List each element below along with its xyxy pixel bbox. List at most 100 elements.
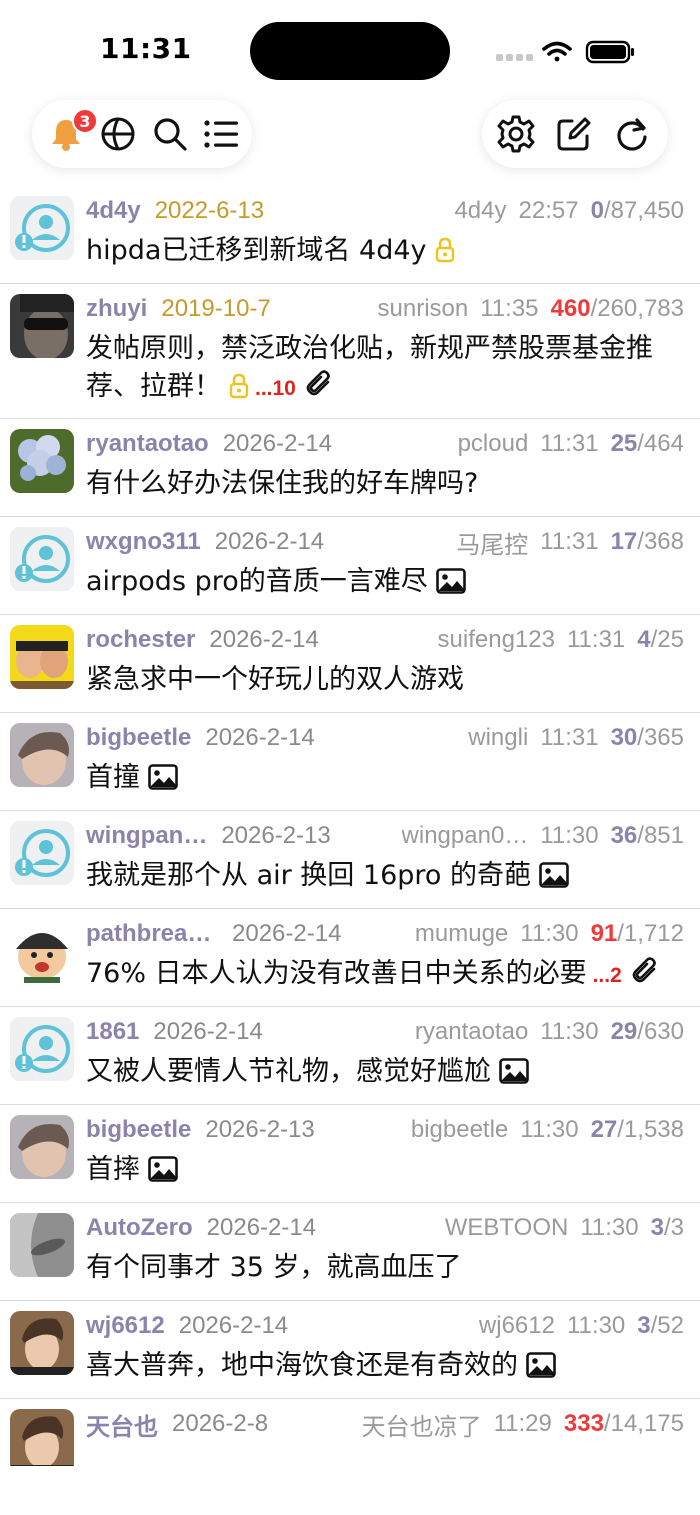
thread-meta: 4d4y 2022-6-13 4d4y 22:57 0/87,450: [86, 196, 684, 226]
gear-icon: [497, 115, 535, 153]
thread-row[interactable]: ryantaotao 2026-2-14 pcloud 11:31 25/464 有什么好…: [0, 419, 700, 517]
count-separator: /: [650, 626, 658, 653]
count-separator: /: [590, 295, 598, 322]
avatar[interactable]: [10, 821, 74, 885]
thread-title[interactable]: 喜大普奔，地中海饮食还是有奇效的: [86, 1347, 684, 1385]
image-icon: [148, 764, 178, 790]
avatar[interactable]: [10, 919, 74, 983]
toolbar: 3: [0, 96, 700, 180]
reply-count: 17: [610, 528, 638, 555]
last-reply-time: 11:30: [580, 1214, 639, 1241]
last-reply-time: 11:31: [566, 626, 626, 653]
thread-row[interactable]: 天台也 2026-2-8 天台也凉了 11:29 333/14,175: [0, 1399, 700, 1466]
avatar[interactable]: [10, 294, 74, 358]
avatar[interactable]: [10, 1213, 74, 1277]
author-name[interactable]: wingpan…: [86, 822, 207, 850]
thread-title[interactable]: 76% 日本人认为没有改善日中关系的必要 ...2: [86, 955, 684, 995]
forum-switch-button[interactable]: [92, 108, 144, 160]
avatar[interactable]: [10, 1115, 74, 1179]
thread-title[interactable]: 首摔: [86, 1151, 684, 1189]
last-reply-time: 11:30: [540, 822, 599, 849]
thread-meta: wxgno311 2026-2-14 马尾控 11:31 17/368: [86, 527, 684, 559]
thread-row[interactable]: wj6612 2026-2-14 wj6612 11:30 3/52 喜大普奔，地中海饮食…: [0, 1301, 700, 1399]
avatar[interactable]: [10, 625, 74, 689]
thread-title-text: 紧急求中一个好玩儿的双人游戏: [86, 664, 464, 695]
thread-row[interactable]: zhuyi 2019-10-7 sunrison 11:35 460/260,783 发帖…: [0, 284, 700, 419]
thread-row[interactable]: 1861 2026-2-14 ryantaotao 11:30 29/630 又被人要情人…: [0, 1007, 700, 1105]
thread-row[interactable]: wingpan… 2026-2-13 wingpan0… 11:30 36/851 我就是…: [0, 811, 700, 909]
post-date: 2026-2-14: [206, 1214, 317, 1241]
author-name[interactable]: bigbeetle: [86, 1116, 191, 1144]
view-count: 368: [643, 528, 684, 555]
last-poster: WEBTOON: [444, 1214, 569, 1241]
author-name[interactable]: 天台也: [86, 1407, 158, 1442]
settings-button[interactable]: [490, 108, 542, 160]
avatar[interactable]: [10, 1017, 74, 1081]
author-name[interactable]: wxgno311: [86, 528, 201, 556]
author-name[interactable]: wj6612: [86, 1312, 165, 1340]
avatar[interactable]: [10, 723, 74, 787]
avatar[interactable]: [10, 196, 74, 260]
author-name[interactable]: AutoZero: [86, 1214, 193, 1242]
image-icon: [435, 568, 466, 594]
post-date: 2026-2-14: [222, 430, 333, 457]
post-date: 2026-2-13: [221, 822, 331, 849]
reply-count: 36: [610, 822, 638, 849]
thread-title[interactable]: 我就是那个从 air 换回 16pro 的奇葩: [86, 857, 684, 895]
search-button[interactable]: [144, 108, 196, 160]
avatar[interactable]: [10, 1311, 74, 1375]
avatar[interactable]: [10, 429, 74, 493]
view-count: 260,783: [597, 295, 684, 322]
thread-title[interactable]: airpods pro的音质一言难尽: [86, 563, 684, 601]
view-count: 1,712: [623, 920, 684, 947]
page-jump-link[interactable]: ...10: [255, 377, 296, 400]
thread-row[interactable]: rochester 2026-2-14 suifeng123 11:31 4/25 紧急求…: [0, 615, 700, 713]
notifications-button[interactable]: 3: [40, 108, 98, 160]
status-time: 11:31: [100, 32, 192, 65]
refresh-icon: [617, 118, 647, 151]
last-reply-time: 11:31: [540, 528, 599, 555]
author-name[interactable]: bigbeetle: [86, 724, 191, 752]
thread-list[interactable]: 4d4y 2022-6-13 4d4y 22:57 0/87,450 hipda已迁移到新…: [0, 186, 700, 1466]
author-name[interactable]: 4d4y: [86, 197, 141, 225]
compose-icon: [557, 117, 591, 151]
thread-title-text: 有个同事才 35 岁，就高血压了: [86, 1252, 462, 1283]
image-icon: [526, 1352, 556, 1378]
page-jump-link[interactable]: ...2: [593, 964, 622, 987]
compose-button[interactable]: [548, 108, 600, 160]
thread-meta: 天台也 2026-2-8 天台也凉了 11:29 333/14,175: [86, 1407, 684, 1442]
avatar[interactable]: [10, 1409, 74, 1466]
thread-title[interactable]: 有什么好办法保住我的好车牌吗?: [86, 465, 684, 503]
thread-row[interactable]: 4d4y 2022-6-13 4d4y 22:57 0/87,450 hipda已迁移到新…: [0, 186, 700, 284]
count-separator: /: [637, 724, 644, 751]
count-separator: /: [617, 920, 624, 947]
last-reply-time: 11:29: [493, 1410, 552, 1437]
thread-row[interactable]: AutoZero 2026-2-14 WEBTOON 11:30 3/3 有个同事才 35…: [0, 1203, 700, 1301]
menu-button[interactable]: [196, 108, 248, 160]
thread-title[interactable]: 发帖原则，禁泛政治化贴，新规严禁股票基金推荐、拉群！ ...10: [86, 330, 684, 408]
thread-row[interactable]: bigbeetle 2026-2-13 bigbeetle 11:30 27/1,538…: [0, 1105, 700, 1203]
attachment-icon: [306, 370, 330, 396]
lock-icon: [435, 237, 454, 263]
author-name[interactable]: rochester: [86, 626, 195, 654]
thread-title[interactable]: 又被人要情人节礼物，感觉好尴尬: [86, 1053, 684, 1091]
thread-row[interactable]: wxgno311 2026-2-14 马尾控 11:31 17/368 airpods p…: [0, 517, 700, 615]
author-name[interactable]: 1861: [86, 1018, 139, 1046]
thread-row[interactable]: bigbeetle 2026-2-14 wingli 11:31 30/365 首撞: [0, 713, 700, 811]
thread-title[interactable]: 紧急求中一个好玩儿的双人游戏: [86, 661, 684, 699]
dynamic-island: [250, 22, 450, 80]
thread-row[interactable]: pathbreaker 2026-2-14 mumuge 11:30 91/1,712 7…: [0, 909, 700, 1007]
author-name[interactable]: pathbreaker: [86, 920, 218, 948]
last-reply-time: 11:30: [540, 1018, 599, 1045]
refresh-button[interactable]: [606, 108, 658, 160]
thread-title[interactable]: 有个同事才 35 岁，就高血压了: [86, 1249, 684, 1287]
battery-icon: [585, 40, 634, 64]
avatar[interactable]: [10, 527, 74, 591]
author-name[interactable]: zhuyi: [86, 295, 147, 323]
thread-title[interactable]: hipda已迁移到新域名 4d4y: [86, 232, 684, 270]
thread-title-text: 喜大普奔，地中海饮食还是有奇效的: [86, 1350, 518, 1381]
cellular-signal-icon: [496, 54, 533, 61]
last-poster: wj6612: [478, 1312, 555, 1339]
author-name[interactable]: ryantaotao: [86, 430, 209, 458]
thread-title[interactable]: 首撞: [86, 759, 684, 797]
